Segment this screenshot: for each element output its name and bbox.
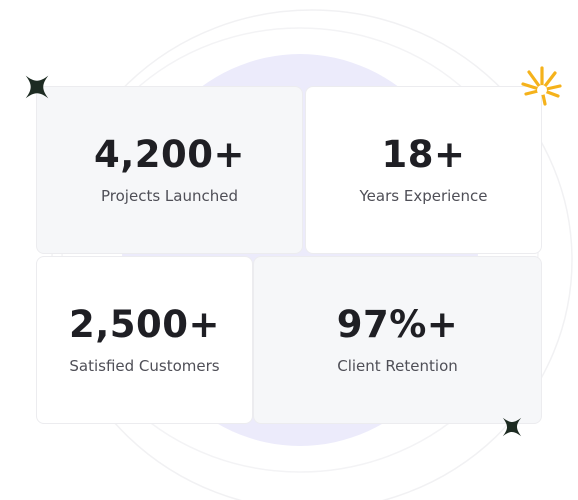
stat-card-customers: 2,500+ Satisfied Customers [36, 256, 253, 424]
stat-label: Client Retention [337, 357, 458, 375]
stats-section: 4,200+ Projects Launched 18+ Years Exper… [0, 0, 578, 500]
sparkle-star-icon [25, 75, 49, 99]
stat-value: 18+ [381, 133, 466, 176]
stat-label: Projects Launched [101, 187, 238, 205]
sparkle-burst-icon [521, 66, 562, 106]
stat-value: 2,500+ [68, 303, 221, 346]
stat-value: 4,200+ [93, 133, 246, 176]
sparkle-star-small-icon [502, 417, 522, 437]
stat-label: Satisfied Customers [69, 357, 220, 375]
stat-card-retention: 97%+ Client Retention [253, 256, 542, 424]
stat-label: Years Experience [359, 187, 488, 205]
stat-card-projects: 4,200+ Projects Launched [36, 86, 303, 254]
stat-value: 97%+ [336, 303, 459, 346]
stat-card-experience: 18+ Years Experience [305, 86, 542, 254]
